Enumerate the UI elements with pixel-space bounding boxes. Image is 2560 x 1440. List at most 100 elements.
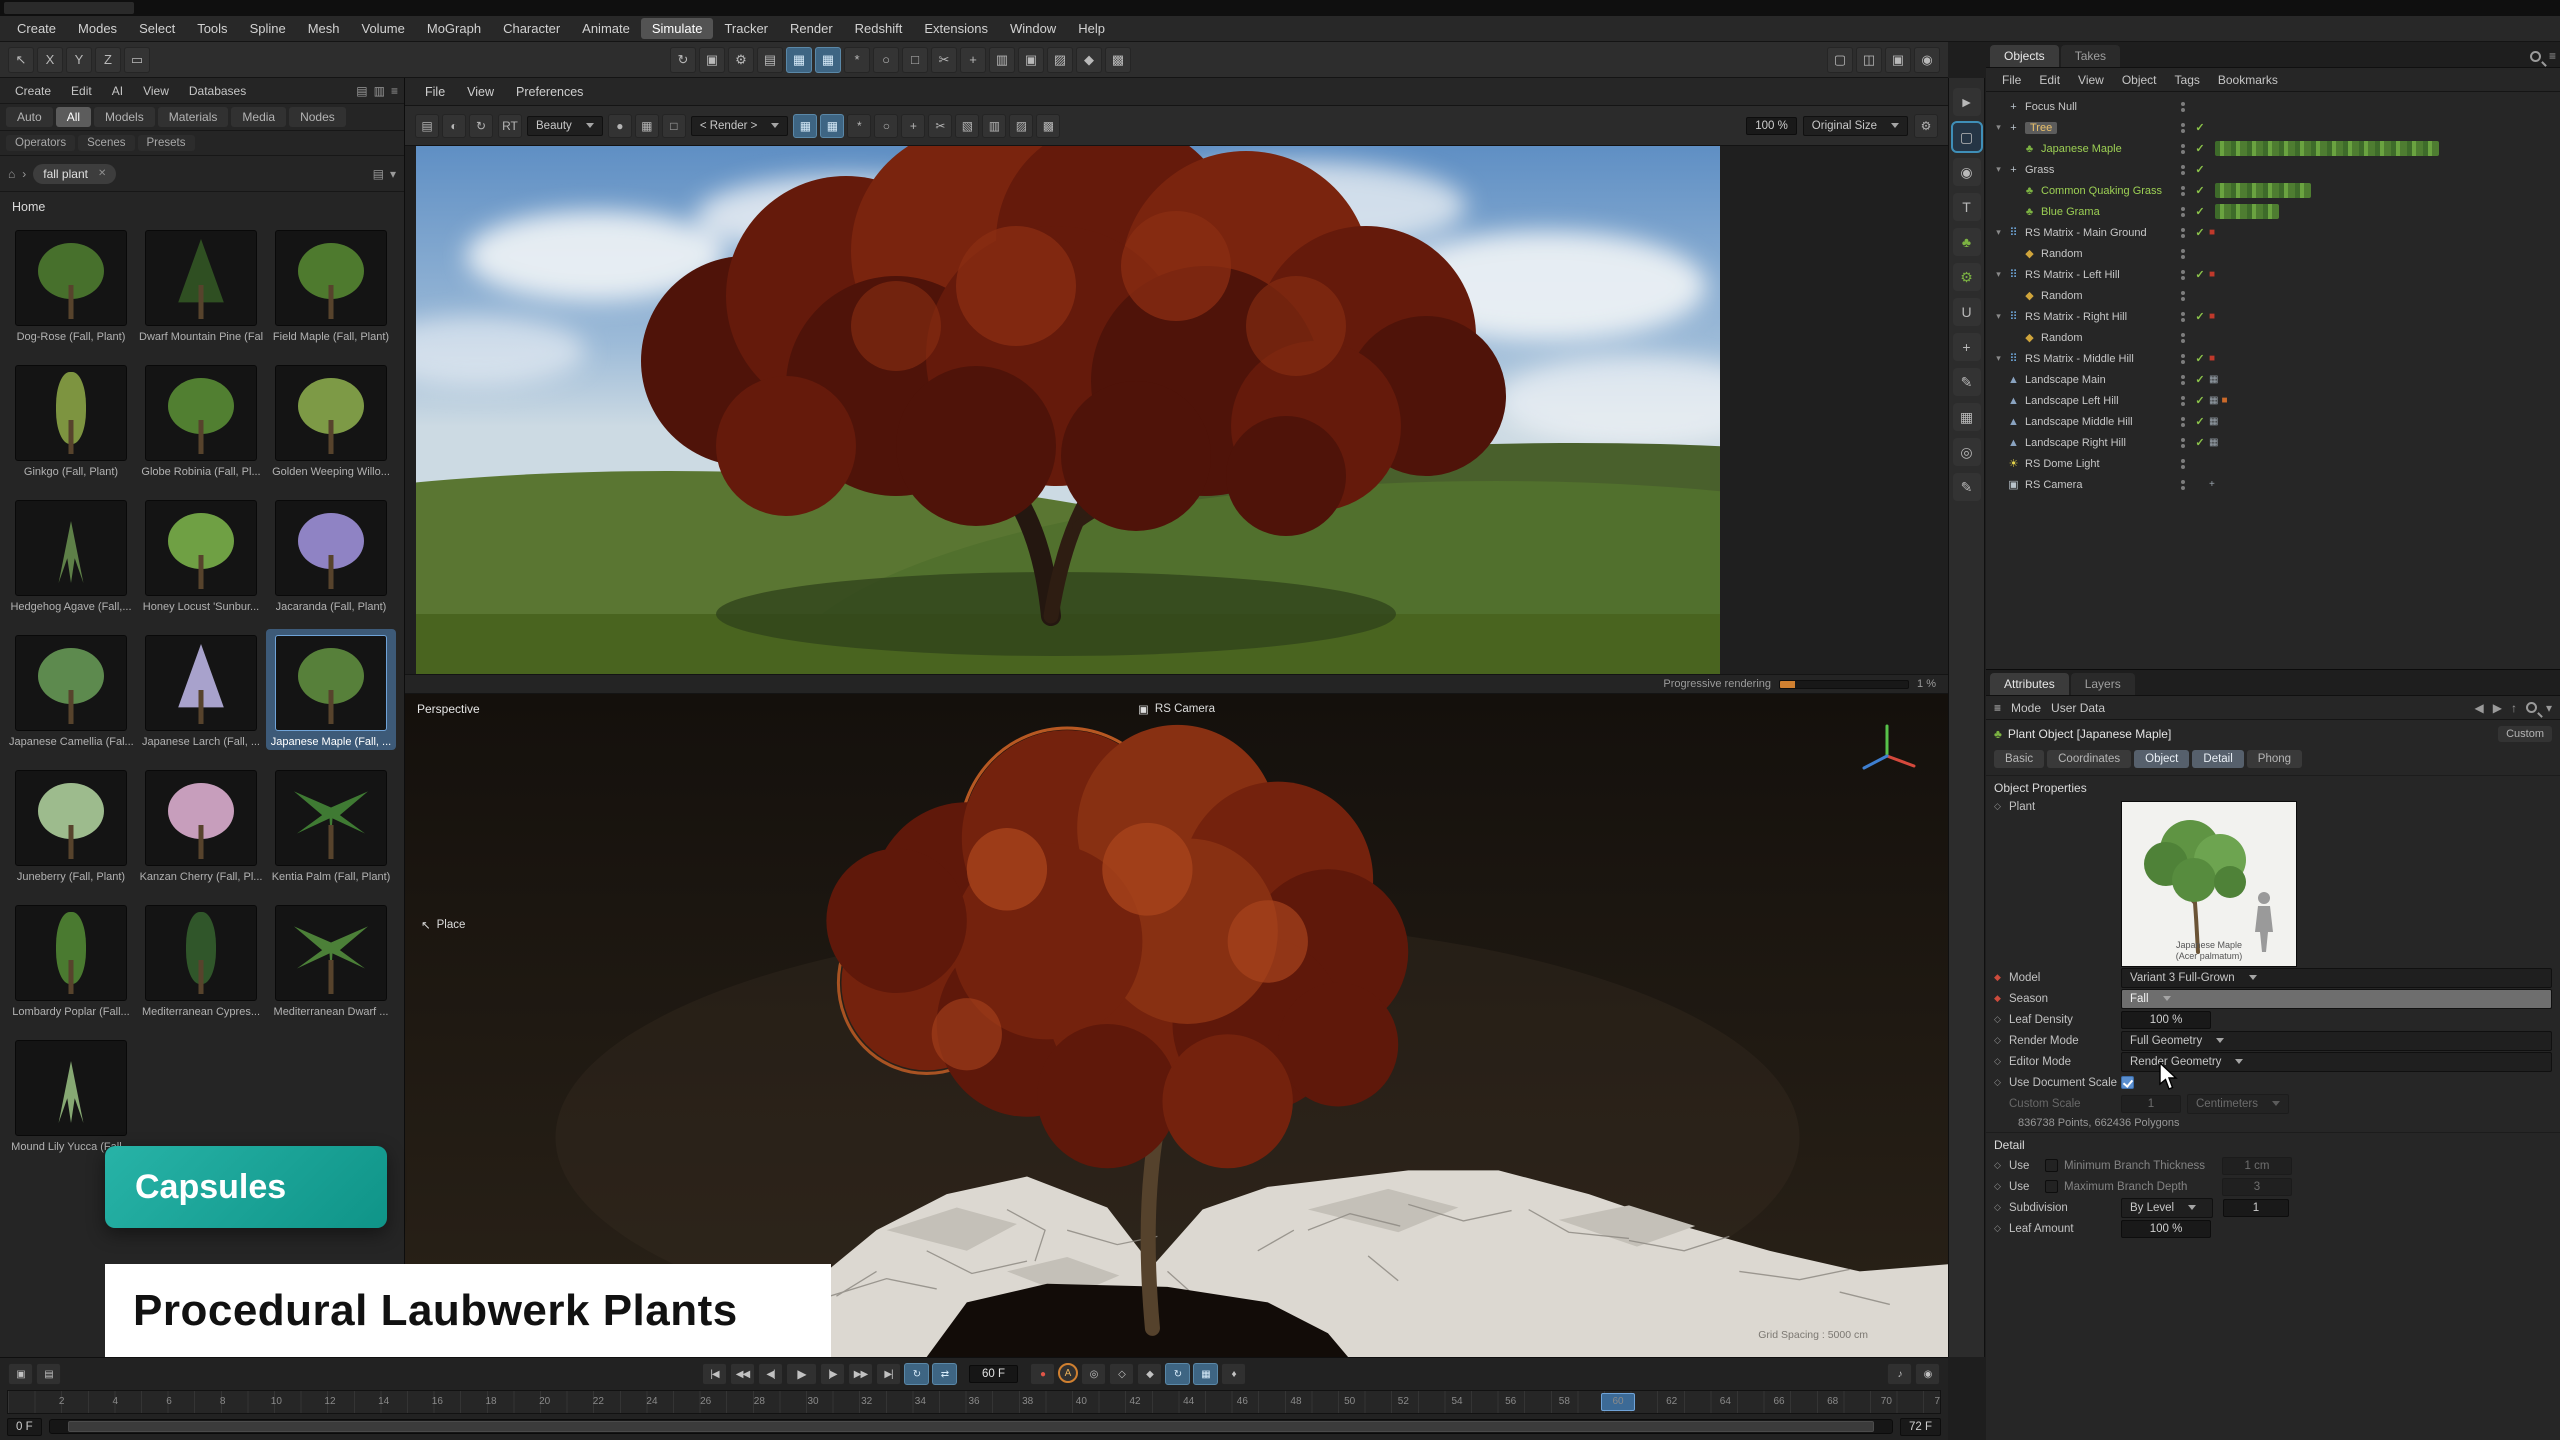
enabled-check-icon[interactable]: ✓ xyxy=(2191,163,2209,176)
asset-menu-item[interactable]: Create xyxy=(6,82,60,100)
lut-icon[interactable]: ○ xyxy=(874,114,898,138)
sound-icon[interactable]: ♪ xyxy=(1887,1363,1912,1385)
history-icon[interactable]: ▩ xyxy=(1036,114,1060,138)
crop-icon[interactable]: ✂ xyxy=(928,114,952,138)
loop-button[interactable]: ↻ xyxy=(904,1363,929,1385)
user-data-label[interactable]: User Data xyxy=(2051,701,2105,715)
menu-item[interactable]: Spline xyxy=(239,18,297,39)
grid-icon[interactable]: ▥ xyxy=(989,47,1015,73)
denoise-icon[interactable]: * xyxy=(847,114,871,138)
visibility-toggles[interactable] xyxy=(2175,207,2191,217)
object-label[interactable]: Grass xyxy=(2025,164,2175,176)
object-label[interactable]: Blue Grama xyxy=(2041,206,2175,218)
object-label[interactable]: Random xyxy=(2041,248,2175,260)
leaf-amount-field[interactable]: 100 % xyxy=(2121,1220,2211,1238)
move-tool-icon[interactable]: ► xyxy=(1953,88,1981,116)
object-tag-icon[interactable]: ▦ xyxy=(2209,437,2218,448)
attribute-section-tab[interactable]: Basic xyxy=(1994,750,2044,768)
object-row[interactable]: ▾ ⠿ RS Matrix - Right Hill ✓ ■ xyxy=(1986,306,2560,327)
min-branch-use-checkbox[interactable] xyxy=(2045,1159,2058,1172)
channels-icon[interactable]: ▥ xyxy=(982,114,1006,138)
expand-arrow-icon[interactable]: ▾ xyxy=(1992,227,2005,238)
object-tag-icon[interactable]: ■ xyxy=(2209,269,2215,280)
object-label[interactable]: Japanese Maple xyxy=(2041,143,2175,155)
workplane-icon[interactable]: □ xyxy=(902,47,928,73)
visibility-toggles[interactable] xyxy=(2175,480,2191,490)
go-to-end-button[interactable]: ▶| xyxy=(876,1363,901,1385)
enabled-check-icon[interactable]: ✓ xyxy=(2191,205,2209,218)
enabled-check-icon[interactable]: ✓ xyxy=(2191,121,2209,134)
render-view-icon[interactable]: ↻ xyxy=(670,47,696,73)
min-branch-field[interactable]: 1 cm xyxy=(2222,1157,2292,1175)
play-button[interactable]: ▶ xyxy=(786,1363,817,1385)
menu-item[interactable]: Simulate xyxy=(641,18,714,39)
magnet-tool-icon[interactable]: U xyxy=(1953,298,1981,326)
object-manager-menu-item[interactable]: File xyxy=(1994,71,2029,89)
asset-item[interactable]: Juneberry (Fall, Plant) xyxy=(6,764,136,885)
asset-item[interactable]: Lombardy Poplar (Fall... xyxy=(6,899,136,1020)
keyframe-dot-icon[interactable]: ◇ xyxy=(1994,1223,2009,1234)
visibility-toggles[interactable] xyxy=(2175,333,2191,343)
attribute-tab[interactable]: Layers xyxy=(2071,673,2135,695)
custom-button[interactable]: Custom xyxy=(2498,726,2552,742)
lock-x-icon[interactable]: X xyxy=(37,47,63,73)
object-tag-icon[interactable]: ■ xyxy=(2209,311,2215,322)
render-settings-icon[interactable]: ⚙ xyxy=(728,47,754,73)
asset-filter-tab[interactable]: Models xyxy=(94,107,155,127)
visibility-toggles[interactable] xyxy=(2175,228,2191,238)
enabled-check-icon[interactable]: ✓ xyxy=(2191,310,2209,323)
object-row[interactable]: ▾ + Grass ✓ xyxy=(1986,159,2560,180)
attribute-section-tab[interactable]: Coordinates xyxy=(2047,750,2131,768)
object-tag-icon[interactable]: ▦ xyxy=(2209,416,2218,427)
asset-filter-tab[interactable]: Media xyxy=(231,107,286,127)
asset-item[interactable]: Dog-Rose (Fall, Plant) xyxy=(6,224,136,345)
record-parameter-button[interactable]: ▦ xyxy=(1193,1363,1218,1385)
object-label[interactable]: Landscape Right Hill xyxy=(2025,437,2175,449)
asset-item[interactable]: Golden Weeping Willo... xyxy=(266,359,396,480)
visibility-toggles[interactable] xyxy=(2175,312,2191,322)
export-icon[interactable]: ▨ xyxy=(1047,47,1073,73)
size-dropdown[interactable]: Original Size xyxy=(1803,116,1908,136)
clear-search-icon[interactable]: ✕ xyxy=(98,168,106,179)
split-icon[interactable]: ✂ xyxy=(931,47,957,73)
asset-item[interactable]: Japanese Larch (Fall, ... xyxy=(136,629,266,750)
record-position-button[interactable]: ◇ xyxy=(1109,1363,1134,1385)
asset-item[interactable]: Mediterranean Dwarf ... xyxy=(266,899,396,1020)
visibility-toggles[interactable] xyxy=(2175,396,2191,406)
asset-item[interactable]: Japanese Camellia (Fal... xyxy=(6,629,136,750)
dropdown-icon[interactable]: ▾ xyxy=(2546,701,2552,715)
expand-arrow-icon[interactable]: ▾ xyxy=(1992,164,2005,175)
expand-arrow-icon[interactable]: ▾ xyxy=(1992,311,2005,322)
renderview-menu-item[interactable]: View xyxy=(457,83,504,101)
asset-filter-tab[interactable]: Materials xyxy=(158,107,229,127)
key-mode-icon[interactable]: ▤ xyxy=(36,1363,61,1385)
attribute-tab[interactable]: Attributes xyxy=(1990,673,2069,695)
model-dropdown[interactable]: Variant 3 Full-Grown xyxy=(2121,968,2552,988)
keyframe-dot-icon[interactable]: ◇ xyxy=(1994,1160,2009,1171)
asset-item[interactable]: Globe Robinia (Fall, Pl... xyxy=(136,359,266,480)
enabled-check-icon[interactable]: ✓ xyxy=(2191,352,2209,365)
model-mode-icon[interactable]: ▢ xyxy=(1953,123,1981,151)
record-pla-button[interactable]: ♦ xyxy=(1221,1363,1246,1385)
plant-preview-thumbnail[interactable]: Japanese Maple (Acer palmatum) xyxy=(2121,801,2297,967)
tile-view-a-icon[interactable]: ▦ xyxy=(793,114,817,138)
material-chips[interactable] xyxy=(2215,183,2311,198)
enabled-check-icon[interactable]: ✓ xyxy=(2191,373,2209,386)
object-tag2-icon[interactable]: ■ xyxy=(2221,395,2227,406)
object-manager-tab[interactable]: Takes xyxy=(2061,45,2120,67)
enabled-check-icon[interactable]: ✓ xyxy=(2191,415,2209,428)
asset-item[interactable]: Jacaranda (Fall, Plant) xyxy=(266,494,396,615)
expand-arrow-icon[interactable]: ▾ xyxy=(1992,122,2005,133)
material-chips[interactable] xyxy=(2215,141,2439,156)
next-key-button[interactable]: ▶▶ xyxy=(848,1363,873,1385)
object-manager-menu-item[interactable]: Tags xyxy=(2167,71,2208,89)
object-label[interactable]: RS Dome Light xyxy=(2025,458,2175,470)
asset-menu-item[interactable]: AI xyxy=(103,82,132,100)
object-manager-tab[interactable]: Objects xyxy=(1990,45,2059,67)
keyframe-dot-icon[interactable]: ◆ xyxy=(1994,972,2009,983)
visibility-toggles[interactable] xyxy=(2175,270,2191,280)
viewport-label[interactable]: Perspective xyxy=(417,702,480,716)
panel-menu-icon[interactable]: ≡ xyxy=(391,84,398,98)
asset-item[interactable]: Honey Locust 'Sunbur... xyxy=(136,494,266,615)
object-row[interactable]: ▾ + Tree ✓ xyxy=(1986,117,2560,138)
